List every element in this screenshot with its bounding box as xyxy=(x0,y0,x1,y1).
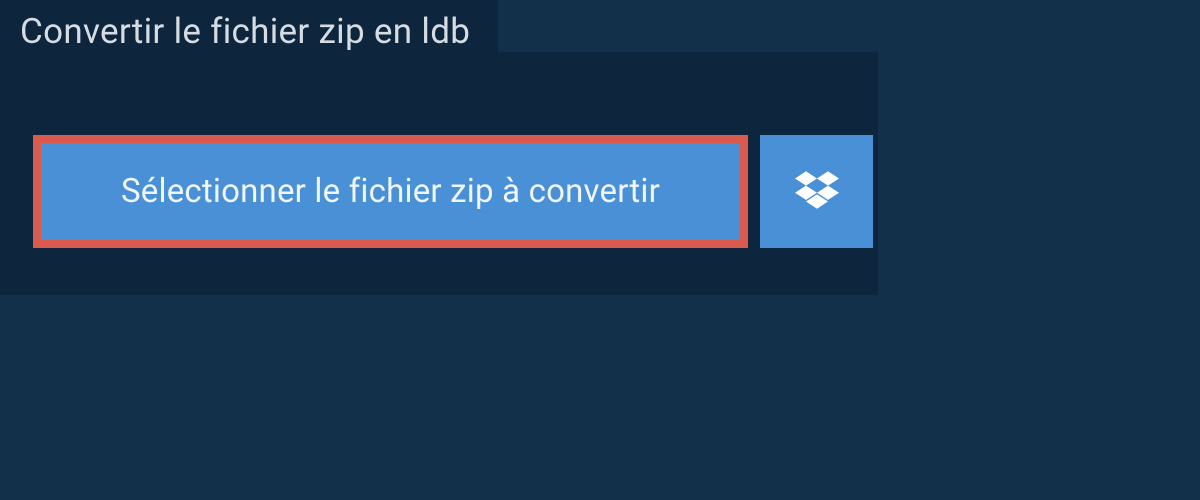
select-file-label: Sélectionner le fichier zip à convertir xyxy=(121,172,660,211)
button-row: Sélectionner le fichier zip à convertir xyxy=(33,135,873,248)
select-file-button[interactable]: Sélectionner le fichier zip à convertir xyxy=(33,135,748,248)
dropbox-button[interactable] xyxy=(760,135,873,248)
dropbox-icon xyxy=(795,168,839,216)
